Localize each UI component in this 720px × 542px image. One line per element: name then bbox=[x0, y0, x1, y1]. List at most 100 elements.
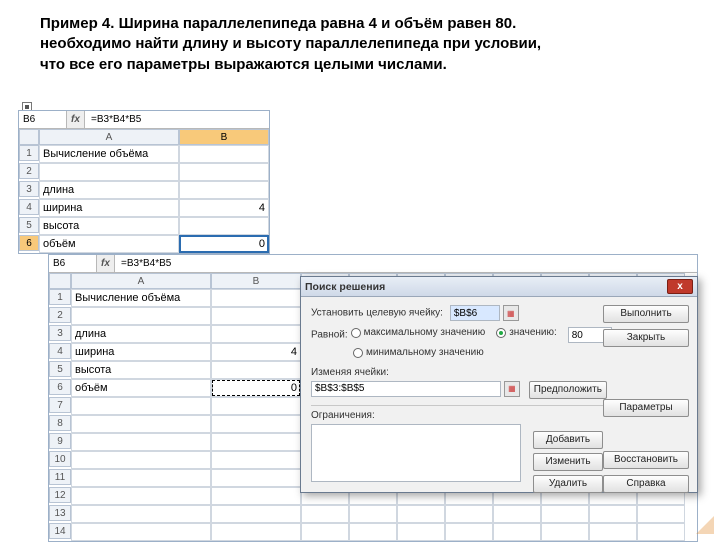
close-button[interactable]: Закрыть bbox=[603, 329, 689, 347]
cell-A4[interactable]: ширина bbox=[39, 199, 179, 217]
row-header[interactable]: 5 bbox=[49, 361, 71, 377]
row-header[interactable]: 4 bbox=[19, 199, 39, 215]
row-header[interactable]: 6 bbox=[49, 379, 71, 395]
cell-B3[interactable] bbox=[179, 181, 269, 199]
cell-I14[interactable] bbox=[589, 523, 637, 541]
cell-A2[interactable] bbox=[39, 163, 179, 181]
cell-B8[interactable] bbox=[211, 415, 301, 433]
col-header-A[interactable]: A bbox=[71, 273, 211, 289]
row-header[interactable]: 10 bbox=[49, 451, 71, 467]
delete-button[interactable]: Удалить bbox=[533, 475, 603, 493]
cell-B6[interactable]: 0 bbox=[211, 379, 301, 397]
radio-min[interactable]: минимальному значению bbox=[353, 347, 484, 358]
cell-A3[interactable]: длина bbox=[71, 325, 211, 343]
cell-A6[interactable]: объём bbox=[39, 235, 179, 253]
cell-B9[interactable] bbox=[211, 433, 301, 451]
cell-J13[interactable] bbox=[637, 505, 685, 523]
cell-C13[interactable] bbox=[301, 505, 349, 523]
add-button[interactable]: Добавить bbox=[533, 431, 603, 449]
target-cell-field[interactable]: $B$6 bbox=[450, 305, 500, 321]
cell-A13[interactable] bbox=[71, 505, 211, 523]
cell-A7[interactable] bbox=[71, 397, 211, 415]
cell-F13[interactable] bbox=[445, 505, 493, 523]
row-header[interactable]: 13 bbox=[49, 505, 71, 521]
fx-icon[interactable]: fx bbox=[67, 111, 85, 128]
cell-A11[interactable] bbox=[71, 469, 211, 487]
radio-max[interactable]: максимальному значению bbox=[351, 327, 486, 338]
cell-A1[interactable]: Вычисление объёма bbox=[39, 145, 179, 163]
cell-H13[interactable] bbox=[541, 505, 589, 523]
cell-G13[interactable] bbox=[493, 505, 541, 523]
constraints-list[interactable] bbox=[311, 424, 521, 482]
cell-B5[interactable] bbox=[211, 361, 301, 379]
col-header-A[interactable]: A bbox=[39, 129, 179, 145]
cell-A14[interactable] bbox=[71, 523, 211, 541]
cell-B2[interactable] bbox=[179, 163, 269, 181]
cell-B4[interactable]: 4 bbox=[211, 343, 301, 361]
cell-A5[interactable]: высота bbox=[71, 361, 211, 379]
ref-picker-icon[interactable]: ▦ bbox=[504, 381, 520, 397]
cell-G14[interactable] bbox=[493, 523, 541, 541]
row-header[interactable]: 3 bbox=[49, 325, 71, 341]
cell-H14[interactable] bbox=[541, 523, 589, 541]
row-header[interactable]: 12 bbox=[49, 487, 71, 503]
ref-picker-icon[interactable]: ▦ bbox=[503, 305, 519, 321]
cell-B7[interactable] bbox=[211, 397, 301, 415]
row-header[interactable]: 11 bbox=[49, 469, 71, 485]
cell-D14[interactable] bbox=[349, 523, 397, 541]
row-header[interactable]: 2 bbox=[49, 307, 71, 323]
close-icon[interactable]: x bbox=[667, 279, 693, 294]
row-header[interactable]: 1 bbox=[19, 145, 39, 161]
cell-B1[interactable] bbox=[179, 145, 269, 163]
dialog-titlebar[interactable]: Поиск решения x bbox=[301, 277, 697, 297]
run-button[interactable]: Выполнить bbox=[603, 305, 689, 323]
col-header-B[interactable]: B bbox=[179, 129, 269, 145]
corner-header[interactable] bbox=[19, 129, 39, 145]
cell-A10[interactable] bbox=[71, 451, 211, 469]
changing-cells-field[interactable]: $B$3:$B$5 bbox=[311, 381, 501, 397]
cell-B2[interactable] bbox=[211, 307, 301, 325]
help-button[interactable]: Справка bbox=[603, 475, 689, 493]
row-header[interactable]: 3 bbox=[19, 181, 39, 197]
cell-B11[interactable] bbox=[211, 469, 301, 487]
cell-A12[interactable] bbox=[71, 487, 211, 505]
cell-E13[interactable] bbox=[397, 505, 445, 523]
cell-A1[interactable]: Вычисление объёма bbox=[71, 289, 211, 307]
cell-D13[interactable] bbox=[349, 505, 397, 523]
row-header[interactable]: 2 bbox=[19, 163, 39, 179]
formula-text[interactable]: =B3*B4*B5 bbox=[85, 111, 269, 128]
fx-icon[interactable]: fx bbox=[97, 255, 115, 272]
cell-B6[interactable]: 0 bbox=[179, 235, 269, 253]
row-header[interactable]: 9 bbox=[49, 433, 71, 449]
name-box[interactable]: B6 bbox=[19, 111, 67, 128]
row-header[interactable]: 4 bbox=[49, 343, 71, 359]
cell-B14[interactable] bbox=[211, 523, 301, 541]
row-header[interactable]: 6 bbox=[19, 235, 39, 251]
cell-J14[interactable] bbox=[637, 523, 685, 541]
cell-A3[interactable]: длина bbox=[39, 181, 179, 199]
name-box[interactable]: B6 bbox=[49, 255, 97, 272]
row-header[interactable]: 5 bbox=[19, 217, 39, 233]
cell-A9[interactable] bbox=[71, 433, 211, 451]
cell-E14[interactable] bbox=[397, 523, 445, 541]
cell-B1[interactable] bbox=[211, 289, 301, 307]
row-header[interactable]: 14 bbox=[49, 523, 71, 539]
cell-B10[interactable] bbox=[211, 451, 301, 469]
edit-button[interactable]: Изменить bbox=[533, 453, 603, 471]
cell-A8[interactable] bbox=[71, 415, 211, 433]
col-header-B[interactable]: B bbox=[211, 273, 301, 289]
cell-C14[interactable] bbox=[301, 523, 349, 541]
cell-A4[interactable]: ширина bbox=[71, 343, 211, 361]
guess-button[interactable]: Предположить bbox=[529, 381, 607, 399]
cell-B13[interactable] bbox=[211, 505, 301, 523]
cell-A2[interactable] bbox=[71, 307, 211, 325]
corner-header[interactable] bbox=[49, 273, 71, 289]
cell-B12[interactable] bbox=[211, 487, 301, 505]
row-header[interactable]: 7 bbox=[49, 397, 71, 413]
cell-B3[interactable] bbox=[211, 325, 301, 343]
cell-I13[interactable] bbox=[589, 505, 637, 523]
row-header[interactable]: 8 bbox=[49, 415, 71, 431]
reset-button[interactable]: Восстановить bbox=[603, 451, 689, 469]
cell-A5[interactable]: высота bbox=[39, 217, 179, 235]
formula-text[interactable]: =B3*B4*B5 bbox=[115, 255, 697, 272]
